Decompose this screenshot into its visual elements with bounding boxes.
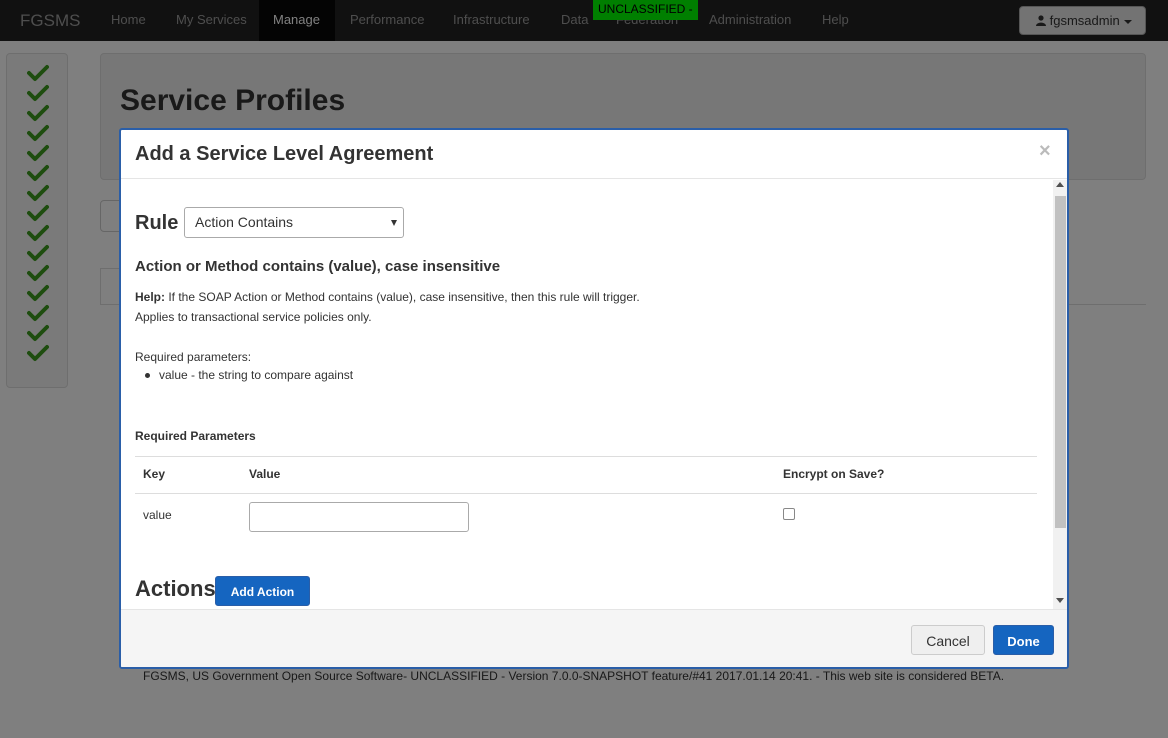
help-description: If the SOAP Action or Method contains (v… <box>168 290 640 304</box>
help-note: Applies to transactional service policie… <box>135 310 372 324</box>
scroll-thumb[interactable] <box>1055 196 1066 528</box>
modal-title: Add a Service Level Agreement <box>135 143 434 165</box>
param-value-input[interactable] <box>249 502 469 532</box>
cancel-button[interactable]: Cancel <box>911 625 985 655</box>
modal-footer: Cancel Done <box>121 609 1067 667</box>
required-intro: Required parameters: <box>135 350 252 364</box>
table-top-border <box>135 456 1037 457</box>
header-value: Value <box>249 467 281 481</box>
scroll-up-icon[interactable] <box>1056 182 1064 187</box>
modal-scrollbar[interactable] <box>1053 180 1067 609</box>
rule-select[interactable]: Action Contains <box>184 207 404 238</box>
required-parameters-heading: Required Parameters <box>135 429 256 443</box>
add-action-button[interactable]: Add Action <box>215 576 310 606</box>
modal-header: Add a Service Level Agreement × <box>121 130 1067 179</box>
bullet-icon <box>145 373 150 378</box>
header-bottom-border <box>135 493 1037 494</box>
rule-heading: Action or Method contains (value), case … <box>135 258 501 275</box>
close-icon[interactable]: × <box>1039 140 1051 163</box>
list-item: value - the string to compare against <box>159 368 354 382</box>
help-label: Help: <box>135 290 165 304</box>
required-list: value - the string to compare against <box>145 368 354 382</box>
dropdown-arrow-icon <box>391 220 397 226</box>
sla-modal: Add a Service Level Agreement × Rule Act… <box>119 128 1069 669</box>
encrypt-checkbox[interactable] <box>783 508 795 520</box>
help-text: Help: If the SOAP Action or Method conta… <box>135 290 640 304</box>
param-key: value <box>143 508 172 522</box>
done-button[interactable]: Done <box>993 625 1054 655</box>
actions-label: Actions <box>135 576 216 601</box>
modal-body: Rule Action Contains Action or Method co… <box>121 180 1067 609</box>
rule-select-value: Action Contains <box>195 214 294 230</box>
rule-label: Rule <box>135 212 179 234</box>
scroll-down-icon[interactable] <box>1056 598 1064 603</box>
header-encrypt: Encrypt on Save? <box>783 467 885 481</box>
header-key: Key <box>143 467 166 481</box>
